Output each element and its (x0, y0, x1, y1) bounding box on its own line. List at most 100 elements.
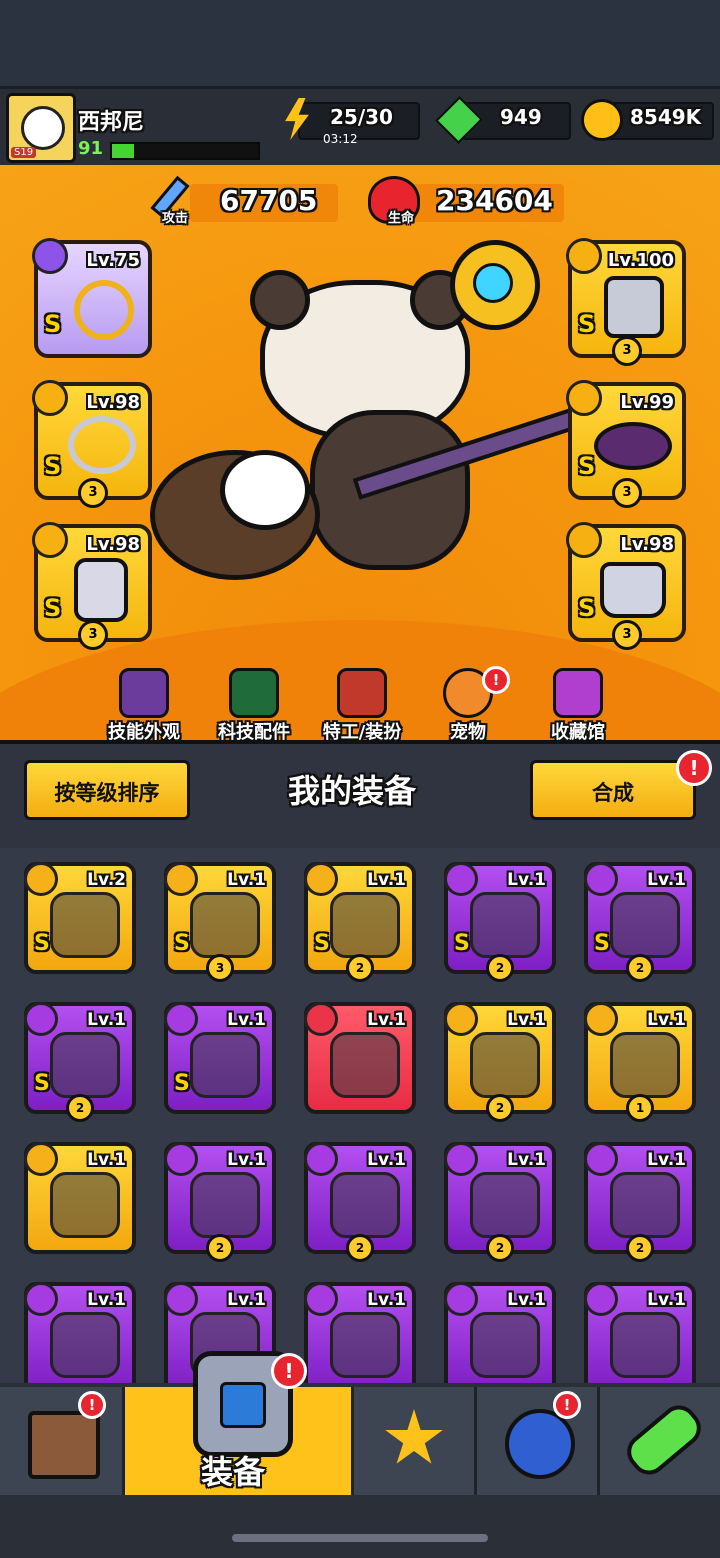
item-art-icon (50, 892, 120, 958)
item-level: Lv.1 (367, 1150, 406, 1170)
item-type-icon (164, 1002, 198, 1036)
item-art-icon (330, 892, 400, 958)
inventory-item[interactable]: Lv.1 (304, 1002, 416, 1114)
item-count: 2 (346, 954, 374, 982)
boot-icon (600, 562, 666, 618)
merge-button[interactable]: 合成 (530, 760, 696, 820)
nav-equipment[interactable]: ! 装备 (125, 1351, 354, 1495)
nav-evolve[interactable] (600, 1387, 720, 1495)
tab-tech-parts[interactable]: 科技配件 (204, 668, 304, 744)
item-level: Lv.1 (647, 1290, 686, 1310)
inventory-item[interactable]: Lv.1 S 3 (164, 862, 276, 982)
slot-grade: S (578, 594, 596, 622)
inventory-item[interactable]: Lv.1 (24, 1142, 136, 1254)
item-art-icon (470, 1312, 540, 1378)
inventory-item[interactable]: Lv.1 (24, 1282, 136, 1383)
item-level: Lv.1 (507, 1010, 546, 1030)
equipped-glove-slot[interactable]: Lv.98 S 3 (32, 522, 152, 650)
inventory-item[interactable]: Lv.1 S 2 (444, 862, 556, 982)
item-type-icon (444, 1282, 478, 1316)
inventory-item[interactable]: Lv.1 2 (304, 1142, 416, 1262)
item-type-icon (304, 1142, 338, 1176)
inventory-item[interactable]: Lv.1 2 (584, 1142, 696, 1262)
item-level: Lv.1 (507, 1290, 546, 1310)
hero-character[interactable] (150, 240, 596, 640)
shop-icon (28, 1411, 100, 1479)
slot-count: 3 (612, 478, 642, 508)
item-count: 2 (66, 1094, 94, 1122)
necklace-slot-icon (32, 380, 68, 416)
item-level: Lv.1 (647, 1010, 686, 1030)
slot-level: Lv.99 (620, 392, 674, 413)
tab-pets[interactable]: 宠物 ! (418, 666, 518, 744)
inventory-item[interactable]: Lv.1 1 (584, 1002, 696, 1122)
item-count: 2 (346, 1234, 374, 1262)
inventory-item[interactable]: Lv.1 2 (444, 1142, 556, 1262)
item-art-icon (610, 1172, 680, 1238)
inventory-item[interactable]: Lv.1 S (164, 1002, 276, 1114)
slot-level: Lv.98 (86, 534, 140, 555)
item-type-icon (24, 1002, 58, 1036)
inventory-item[interactable]: Lv.1 2 (164, 1142, 276, 1262)
item-grade: S (174, 1071, 190, 1096)
inventory-item[interactable]: Lv.1 (444, 1282, 556, 1383)
item-level: Lv.1 (647, 870, 686, 890)
nav-stars[interactable] (354, 1387, 477, 1495)
item-level: Lv.1 (227, 870, 266, 890)
avatar-badge: S19 (11, 147, 37, 158)
equipped-necklace-slot[interactable]: Lv.98 S 3 (32, 380, 152, 508)
equipped-boot-slot[interactable]: Lv.98 S 3 (566, 522, 686, 650)
item-level: Lv.1 (87, 1290, 126, 1310)
panda-body (310, 410, 470, 570)
item-art-icon (330, 1312, 400, 1378)
staff-orb (450, 240, 540, 330)
item-count: 2 (486, 1094, 514, 1122)
inventory-item[interactable]: Lv.1 S 2 (304, 862, 416, 982)
belt-icon (594, 422, 672, 470)
slot-count: 3 (612, 336, 642, 366)
belt-slot-icon (566, 380, 602, 416)
slot-level: Lv.98 (86, 392, 140, 413)
nav-talent[interactable]: ! (477, 1387, 600, 1495)
item-art-icon (610, 892, 680, 958)
item-art-icon (330, 1032, 400, 1098)
boot-slot-icon (566, 522, 602, 558)
player-avatar[interactable]: S19 (6, 93, 76, 163)
equipment-alert-badge: ! (271, 1353, 307, 1389)
item-type-icon (584, 862, 618, 896)
tab-skill-appearance[interactable]: 技能外观 (94, 668, 194, 744)
item-grade: S (174, 931, 190, 956)
slot-count: 3 (78, 478, 108, 508)
inventory-item[interactable]: Lv.1 S 2 (584, 862, 696, 982)
item-count: 2 (486, 1234, 514, 1262)
item-level: Lv.1 (367, 870, 406, 890)
item-level: Lv.1 (647, 1150, 686, 1170)
equipped-belt-slot[interactable]: Lv.99 S 3 (566, 380, 686, 508)
inventory-item[interactable]: Lv.1 S 2 (24, 1002, 136, 1122)
equipped-armor-slot[interactable]: Lv.100 S 3 (566, 238, 686, 366)
item-grade: S (34, 1071, 50, 1096)
slot-level: Lv.100 (607, 250, 674, 271)
tab-collection[interactable]: 收藏馆 (528, 668, 628, 744)
glove-icon (74, 558, 128, 622)
item-level: Lv.1 (227, 1010, 266, 1030)
inventory-item[interactable]: Lv.2 S (24, 862, 136, 974)
agent-face-icon (337, 668, 387, 718)
item-type-icon (584, 1282, 618, 1316)
inventory-item[interactable]: Lv.1 2 (444, 1002, 556, 1122)
sort-by-level-button[interactable]: 按等级排序 (24, 760, 190, 820)
inventory-item[interactable]: Lv.1 (304, 1282, 416, 1383)
equipment-title: 我的装备 (288, 772, 417, 810)
health-value: 234604 (436, 184, 553, 217)
slot-count: 3 (78, 620, 108, 650)
equipped-weapon-slot[interactable]: Lv.75 S (32, 238, 152, 358)
inventory-item[interactable]: Lv.1 (584, 1282, 696, 1383)
gear-staff-icon (74, 280, 134, 340)
nav-shop[interactable]: ! (0, 1387, 125, 1495)
item-grade: S (594, 931, 610, 956)
tab-agent-costume[interactable]: 特工/装扮 (312, 668, 412, 744)
star-necklace-icon (68, 416, 136, 474)
pets-alert-badge: ! (482, 666, 510, 694)
item-type-icon (24, 1142, 58, 1176)
home-indicator (232, 1534, 488, 1542)
